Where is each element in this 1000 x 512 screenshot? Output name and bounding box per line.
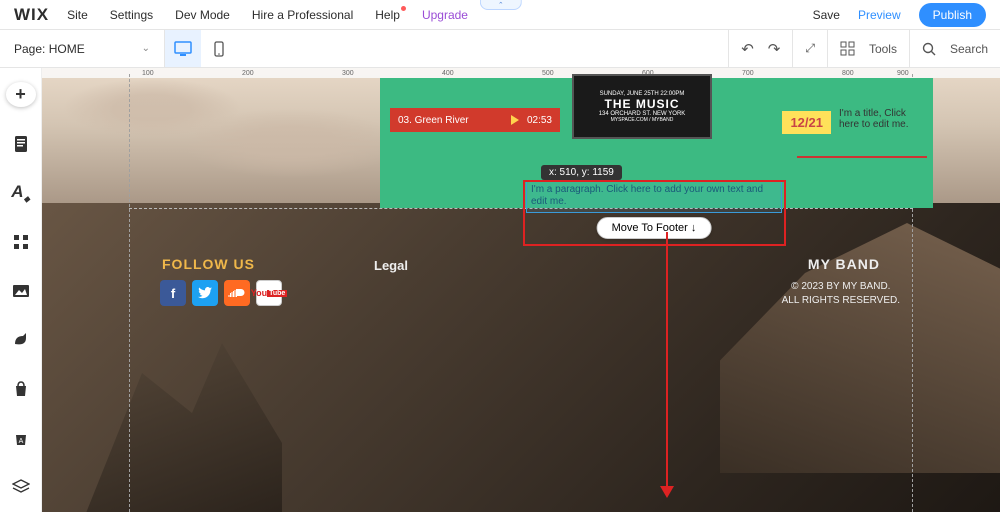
add-element-button[interactable]: +	[6, 82, 36, 107]
device-switcher	[165, 30, 237, 67]
position-tooltip: x: 510, y: 1159	[541, 165, 622, 180]
pages-panel-button[interactable]	[7, 133, 35, 156]
search-group[interactable]: Search	[909, 30, 1000, 67]
mobile-view-button[interactable]	[201, 30, 237, 67]
facebook-icon[interactable]: f	[160, 280, 186, 306]
left-sidebar: + A◆ A	[0, 68, 42, 512]
title-placeholder[interactable]: I'm a title, Click here to edit me.	[839, 108, 927, 130]
svg-text:A: A	[18, 438, 23, 445]
main-menu: Site Settings Dev Mode Hire a Profession…	[67, 8, 400, 22]
tools-icon	[840, 41, 855, 56]
wix-logo: WIX	[14, 5, 49, 25]
undo-button[interactable]: ↶	[741, 40, 754, 58]
collapse-handle[interactable]: ⌃	[480, 0, 522, 10]
annotation-arrow-head	[660, 486, 674, 498]
search-icon	[922, 42, 936, 56]
preview-button[interactable]: Preview	[858, 8, 901, 22]
follow-heading[interactable]: FOLLOW US	[162, 256, 255, 272]
legal-link[interactable]: Legal	[374, 258, 408, 273]
desktop-view-button[interactable]	[165, 30, 201, 67]
annotation-highlight	[523, 180, 786, 246]
track-title: 03. Green River	[398, 115, 469, 126]
top-menubar: ⌃ WIX Site Settings Dev Mode Hire a Prof…	[0, 0, 1000, 30]
menu-site[interactable]: Site	[67, 8, 88, 22]
design-panel-button[interactable]: A◆	[7, 181, 35, 204]
undo-redo-group: ↶ ↷	[728, 30, 792, 67]
date-badge[interactable]: 12/21	[782, 111, 831, 134]
copyright-text: © 2023 BY MY BAND. ALL RIGHTS RESERVED.	[782, 280, 900, 308]
mobile-icon	[214, 41, 224, 57]
social-icons: f YouTube	[160, 280, 282, 306]
blog-panel-button[interactable]	[7, 328, 35, 351]
publish-button[interactable]: Publish	[919, 3, 986, 27]
page-label: Page: HOME	[14, 42, 85, 56]
bookings-panel-button[interactable]: A	[7, 426, 35, 449]
upgrade-link[interactable]: Upgrade	[422, 8, 468, 22]
menu-settings[interactable]: Settings	[110, 8, 153, 22]
menu-help[interactable]: Help	[375, 8, 400, 22]
menu-hire[interactable]: Hire a Professional	[252, 8, 353, 22]
track-time: 02:53	[527, 115, 552, 126]
top-right-actions: Save Preview Publish	[813, 3, 986, 27]
page-toolbar: Page: HOME ⌄ ↶ ↷ ⤢ Tools Search	[0, 30, 1000, 68]
poster-link: MYSPACE.COM / MYBAND	[576, 117, 708, 123]
music-player[interactable]: 03. Green River 02:53	[390, 108, 560, 132]
editor-canvas[interactable]: 100 200 300 400 500 600 700 800 900 03. …	[42, 68, 1000, 512]
chevron-down-icon: ⌄	[142, 43, 150, 54]
annotation-arrow	[666, 232, 668, 492]
tools-label: Tools	[869, 42, 897, 56]
desktop-icon	[174, 41, 192, 57]
redo-button[interactable]: ↷	[768, 40, 781, 58]
poster-title: THE MUSIC	[576, 97, 708, 111]
divider-line	[797, 156, 927, 158]
menu-devmode[interactable]: Dev Mode	[175, 8, 230, 22]
apps-panel-button[interactable]	[7, 230, 35, 253]
event-poster[interactable]: SUNDAY, JUNE 25TH 22:00PM THE MUSIC 134 …	[572, 74, 712, 139]
content-section[interactable]: 03. Green River 02:53 SUNDAY, JUNE 25TH …	[380, 78, 933, 208]
tools-group[interactable]: Tools	[827, 30, 909, 67]
play-icon[interactable]	[511, 115, 519, 125]
search-label: Search	[950, 42, 988, 56]
twitter-icon[interactable]	[192, 280, 218, 306]
soundcloud-icon[interactable]	[224, 280, 250, 306]
save-button[interactable]: Save	[813, 8, 840, 22]
toolbar-right: ↶ ↷ ⤢ Tools Search	[728, 30, 1000, 67]
store-panel-button[interactable]	[7, 377, 35, 400]
zoom-group: ⤢	[792, 30, 827, 67]
band-name[interactable]: MY BAND	[808, 256, 880, 272]
zoom-out-button[interactable]: ⤢	[805, 41, 815, 56]
layers-panel-button[interactable]	[7, 475, 35, 498]
section-divider	[129, 208, 913, 209]
media-panel-button[interactable]	[7, 279, 35, 302]
page-selector[interactable]: Page: HOME ⌄	[0, 30, 165, 67]
youtube-icon[interactable]: YouTube	[256, 280, 282, 306]
